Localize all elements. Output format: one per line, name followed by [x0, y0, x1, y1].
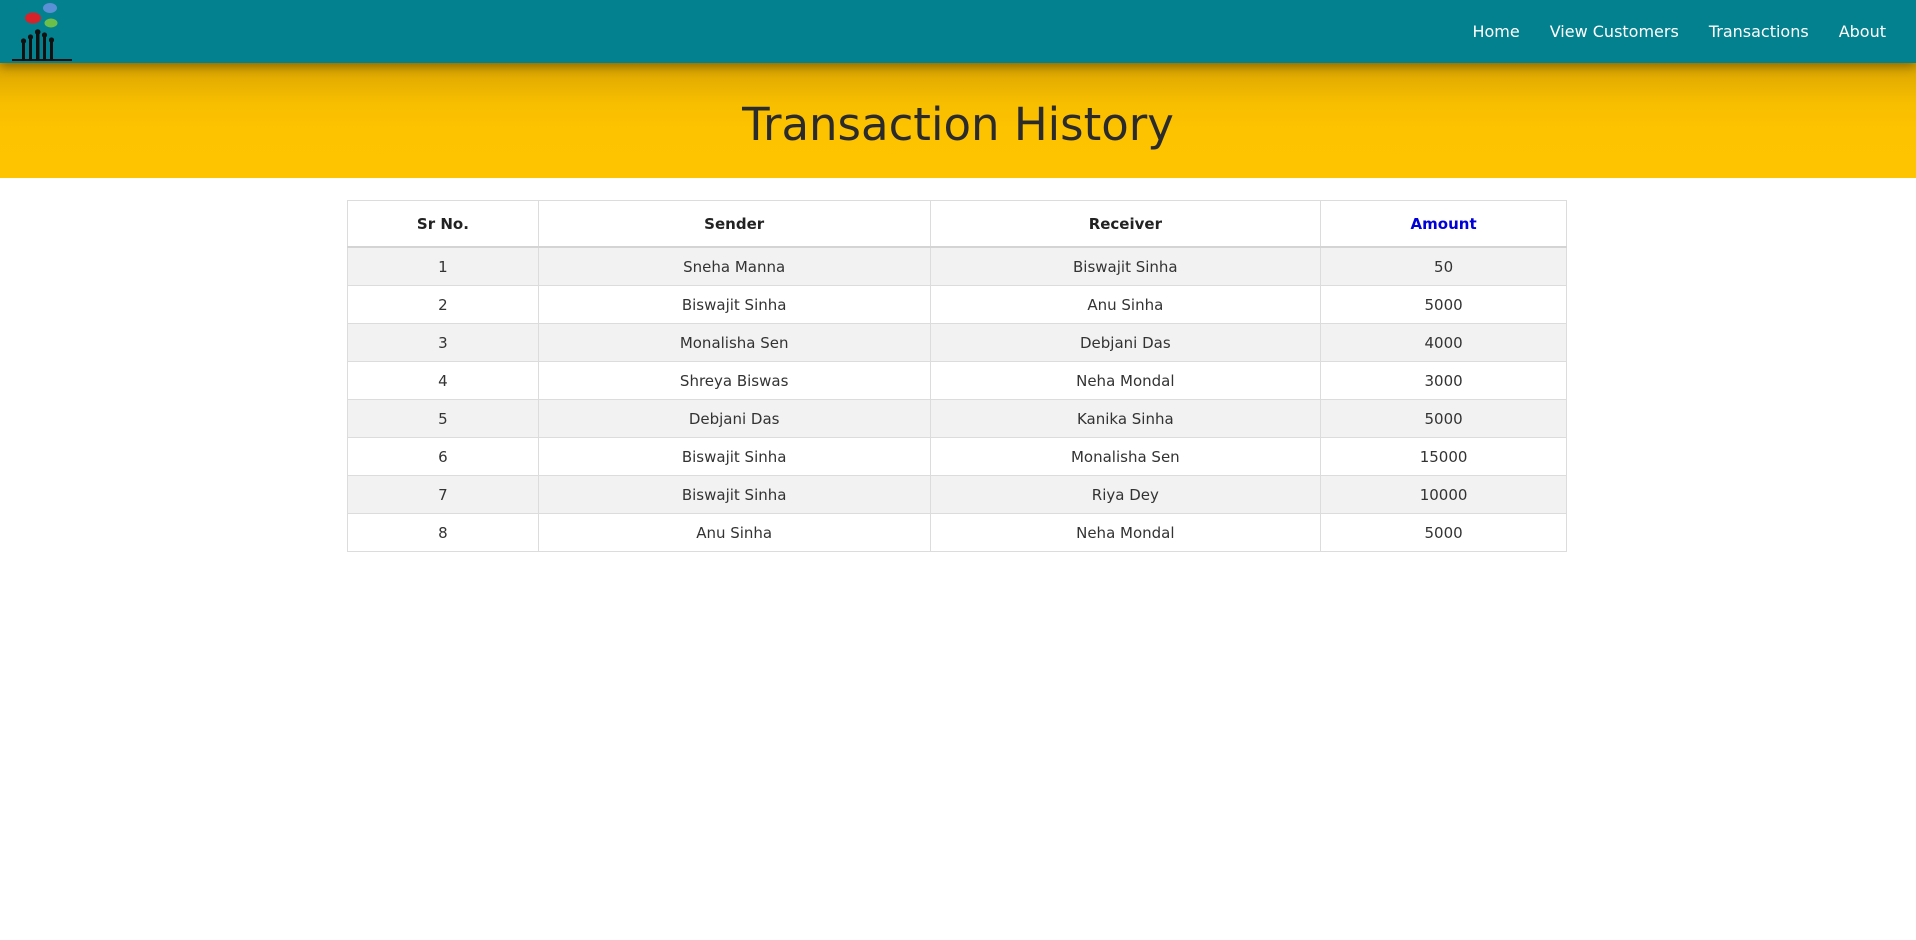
cell-sr-no: 4: [347, 361, 539, 400]
cell-sr-no: 7: [347, 475, 539, 514]
cell-sender: Anu Sinha: [537, 513, 931, 552]
title-banner: Transaction History: [0, 63, 1916, 178]
cell-amount: 5000: [1320, 285, 1567, 324]
cell-receiver: Debjani Das: [929, 323, 1322, 362]
table-row: 6 Biswajit Sinha Monalisha Sen 15000: [347, 437, 1567, 476]
header-sender: Sender: [537, 200, 931, 248]
table-header-row: Sr No. Sender Receiver Amount: [347, 200, 1567, 248]
cell-receiver: Riya Dey: [929, 475, 1322, 514]
cell-sender: Monalisha Sen: [537, 323, 931, 362]
table-row: 8 Anu Sinha Neha Mondal 5000: [347, 513, 1567, 552]
cell-amount: 15000: [1320, 437, 1567, 476]
table-row: 2 Biswajit Sinha Anu Sinha 5000: [347, 285, 1567, 324]
nav-transactions-link[interactable]: Transactions: [1709, 22, 1809, 41]
nav-links: Home View Customers Transactions About: [1442, 0, 1886, 63]
cell-sr-no: 8: [347, 513, 539, 552]
cell-receiver: Anu Sinha: [929, 285, 1322, 324]
transaction-table: Sr No. Sender Receiver Amount 1 Sneha Ma…: [347, 200, 1567, 552]
cell-receiver: Neha Mondal: [929, 361, 1322, 400]
cell-sr-no: 3: [347, 323, 539, 362]
transaction-table-container: Sr No. Sender Receiver Amount 1 Sneha Ma…: [347, 200, 1567, 552]
table-row: 7 Biswajit Sinha Riya Dey 10000: [347, 475, 1567, 514]
nav-home-link[interactable]: Home: [1472, 22, 1519, 41]
cell-sr-no: 2: [347, 285, 539, 324]
cell-amount: 4000: [1320, 323, 1567, 362]
nav-about-link[interactable]: About: [1839, 22, 1886, 41]
cell-amount: 3000: [1320, 361, 1567, 400]
header-receiver: Receiver: [929, 200, 1322, 248]
table-row: 5 Debjani Das Kanika Sinha 5000: [347, 399, 1567, 438]
cell-sr-no: 6: [347, 437, 539, 476]
cell-sender: Biswajit Sinha: [537, 437, 931, 476]
page-title: Transaction History: [742, 98, 1174, 151]
cell-sender: Debjani Das: [537, 399, 931, 438]
cell-amount: 10000: [1320, 475, 1567, 514]
navbar: Home View Customers Transactions About: [0, 0, 1916, 63]
cell-sender: Shreya Biswas: [537, 361, 931, 400]
logo-icon[interactable]: [10, 0, 74, 63]
cell-amount: 5000: [1320, 399, 1567, 438]
cell-sr-no: 5: [347, 399, 539, 438]
nav-view-customers-link[interactable]: View Customers: [1550, 22, 1679, 41]
header-sr-no: Sr No.: [347, 200, 539, 248]
table-row: 3 Monalisha Sen Debjani Das 4000: [347, 323, 1567, 362]
cell-receiver: Neha Mondal: [929, 513, 1322, 552]
cell-sr-no: 1: [347, 246, 539, 286]
cell-amount: 50: [1320, 246, 1567, 286]
cell-receiver: Biswajit Sinha: [929, 246, 1322, 286]
header-amount[interactable]: Amount: [1320, 200, 1567, 248]
cell-sender: Biswajit Sinha: [537, 475, 931, 514]
table-row: 4 Shreya Biswas Neha Mondal 3000: [347, 361, 1567, 400]
table-row: 1 Sneha Manna Biswajit Sinha 50: [347, 246, 1567, 286]
cell-sender: Biswajit Sinha: [537, 285, 931, 324]
cell-receiver: Monalisha Sen: [929, 437, 1322, 476]
cell-amount: 5000: [1320, 513, 1567, 552]
cell-receiver: Kanika Sinha: [929, 399, 1322, 438]
cell-sender: Sneha Manna: [537, 246, 931, 286]
